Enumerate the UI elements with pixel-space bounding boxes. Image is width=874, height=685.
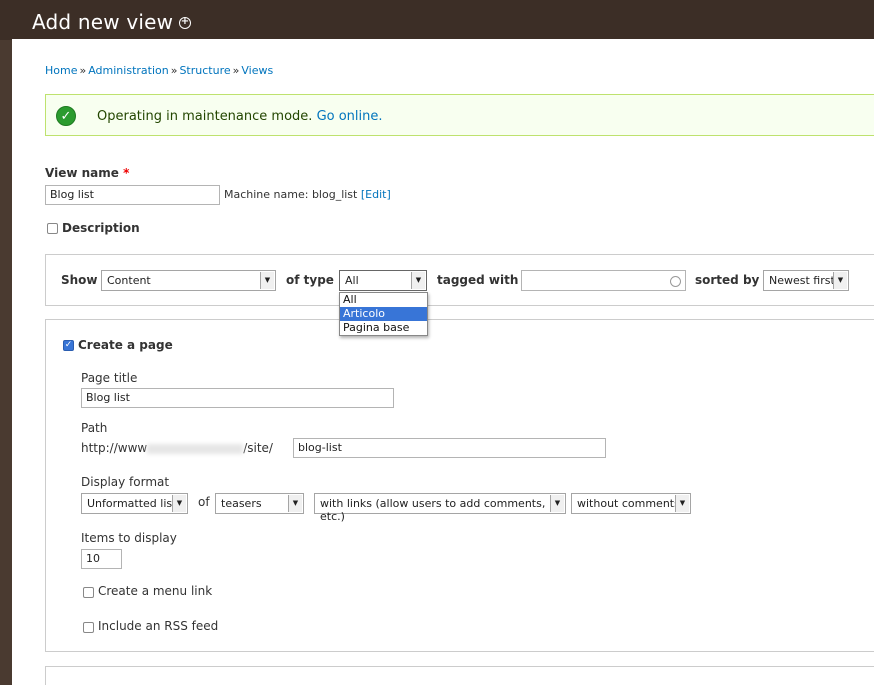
display-format-select-value: Unformatted list [87,497,177,510]
items-to-display-label: Items to display [81,531,177,545]
chevron-down-icon: ▼ [411,272,425,289]
type-option-articolo[interactable]: Articolo [340,307,427,321]
page-title-input[interactable]: Blog list [81,388,394,408]
chevron-down-icon: ▼ [172,495,186,512]
type-select[interactable]: All ▼ [339,270,427,291]
breadcrumb-views[interactable]: Views [241,64,273,77]
menu-link-label: Create a menu link [98,584,213,598]
path-input[interactable]: blog-list [293,438,606,458]
toolbar-header: Add new view + [0,0,874,40]
chevron-down-icon: ▼ [675,495,689,512]
type-option-pagina-base[interactable]: Pagina base [340,321,427,335]
view-name-input[interactable]: Blog list [45,185,220,205]
sorted-by-select-value: Newest first [769,274,835,287]
page-title-label: Page title [81,371,138,385]
show-label: Show [61,273,98,287]
breadcrumb-separator: » [170,64,178,77]
breadcrumb: Home» Administration» Structure» Views [45,64,273,77]
comments-select-value: without comments [577,497,680,510]
display-format-select[interactable]: Unformatted list ▼ [81,493,188,514]
display-format-label: Display format [81,475,170,489]
menu-link-checkbox[interactable] [83,587,94,598]
create-page-checkbox[interactable]: ✓ [63,340,74,351]
check-circle-icon: ✓ [56,106,76,126]
breadcrumb-home[interactable]: Home [45,64,77,77]
main-content: Home» Administration» Structure» Views ✓ Op… [12,39,874,685]
required-mark: * [123,166,130,180]
items-to-display-input[interactable]: 10 [81,549,122,569]
description-checkbox[interactable] [47,223,58,234]
sorted-by-label: sorted by [695,273,760,287]
show-select-value: Content [107,274,151,287]
page-title: Add new view [32,10,174,34]
breadcrumb-structure[interactable]: Structure [179,64,230,77]
tagged-with-input[interactable] [521,270,686,291]
row-style-select[interactable]: teasers ▼ [215,493,304,514]
breadcrumb-separator: » [232,64,240,77]
description-label: Description [62,221,140,235]
of-label: of [198,495,210,509]
path-label: Path [81,421,108,435]
comments-select[interactable]: without comments ▼ [571,493,691,514]
create-page-fieldset [45,319,874,652]
blurred-domain [147,443,244,454]
type-option-all[interactable]: All [340,293,427,307]
machine-name-edit-link[interactable]: [Edit] [361,188,391,201]
of-type-label: of type [286,273,334,287]
chevron-down-icon: ▼ [550,495,564,512]
status-text: Operating in maintenance mode. Go online… [97,109,383,124]
view-name-label-text: View name [45,166,119,180]
chevron-down-icon: ▼ [260,272,274,289]
chevron-down-icon: ▼ [288,495,302,512]
path-prefix: http://www/site/ [81,441,273,455]
breadcrumb-administration[interactable]: Administration [88,64,169,77]
type-dropdown-list: All Articolo Pagina base [339,292,428,336]
show-select[interactable]: Content ▼ [101,270,276,291]
breadcrumb-separator: » [79,64,87,77]
block-fieldset [45,666,874,685]
chevron-down-icon: ▼ [833,272,847,289]
path-prefix-start: http://www [81,441,148,455]
add-shortcut-icon[interactable]: + [179,17,191,29]
tagged-with-label: tagged with [437,273,519,287]
machine-name-text: Machine name: blog_list [224,188,358,201]
sorted-by-select[interactable]: Newest first ▼ [763,270,849,291]
rss-feed-label: Include an RSS feed [98,619,219,633]
autocomplete-throbber-icon [670,276,681,287]
machine-name: Machine name: blog_list [Edit] [224,188,391,201]
create-page-label: Create a page [78,338,173,352]
view-name-label: View name * [45,166,129,180]
rss-feed-checkbox[interactable] [83,622,94,633]
row-style-select-value: teasers [221,497,262,510]
go-online-link[interactable]: Go online. [317,109,383,124]
status-message: ✓ Operating in maintenance mode. Go onli… [45,94,874,136]
path-prefix-end: /site/ [243,441,273,455]
links-select[interactable]: with links (allow users to add comments,… [314,493,566,523]
type-select-value: All [345,274,359,287]
status-message-text: Operating in maintenance mode. [97,109,313,124]
